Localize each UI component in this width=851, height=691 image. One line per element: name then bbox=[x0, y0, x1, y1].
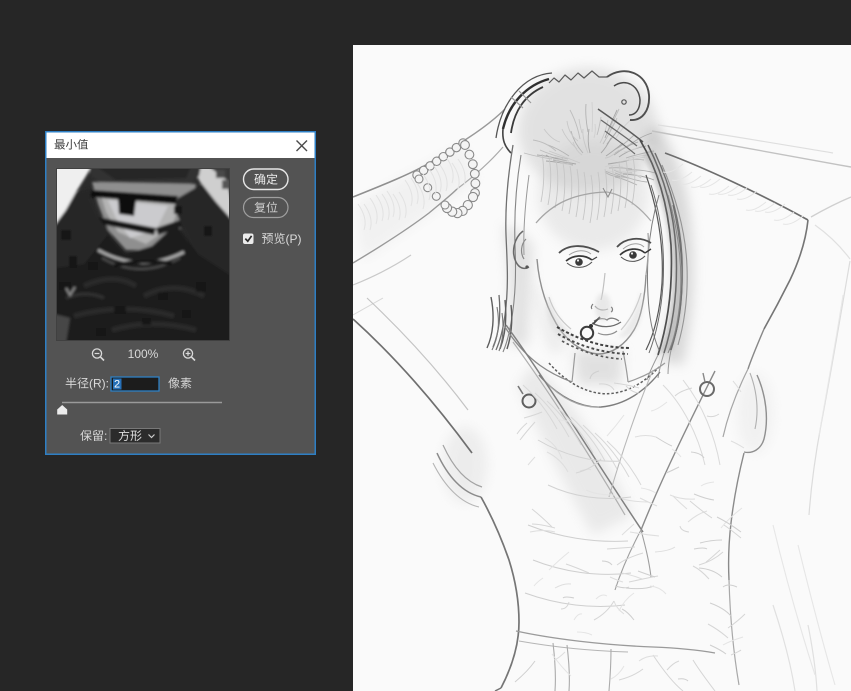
svg-text:100%: 100% bbox=[128, 347, 159, 361]
svg-text:(R):: (R): bbox=[89, 377, 109, 391]
svg-text::: : bbox=[104, 429, 107, 443]
svg-text:2: 2 bbox=[114, 379, 120, 391]
svg-text:(P): (P) bbox=[286, 232, 302, 246]
